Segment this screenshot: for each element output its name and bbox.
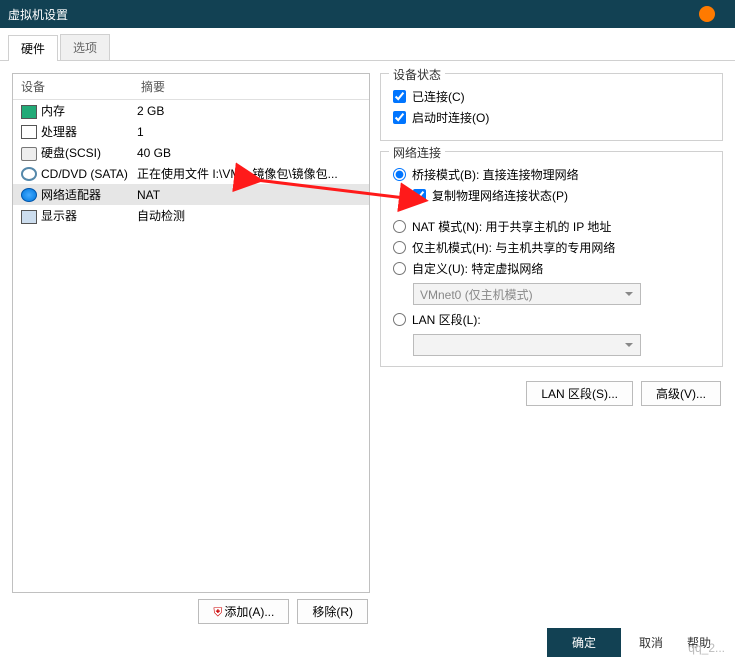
connected-checkbox[interactable]: 已连接(C) <box>393 88 712 105</box>
disk-icon <box>21 147 37 161</box>
nat-label: NAT 模式(N): 用于共享主机的 IP 地址 <box>412 218 611 235</box>
window-title: 虚拟机设置 <box>8 6 68 23</box>
replicate-input[interactable] <box>413 189 426 202</box>
col-device: 设备 <box>21 78 141 95</box>
mem-icon <box>21 105 37 119</box>
custom-input[interactable] <box>393 262 406 275</box>
device-name-label: 内存 <box>41 102 65 119</box>
lan-segment-input[interactable] <box>393 313 406 326</box>
col-summary: 摘要 <box>141 78 165 95</box>
device-name-label: 显示器 <box>41 207 77 224</box>
device-name-label: 网络适配器 <box>41 186 101 203</box>
net-icon <box>21 188 37 202</box>
device-name-label: CD/DVD (SATA) <box>41 167 128 181</box>
device-summary-cell: NAT <box>137 188 369 202</box>
hostonly-radio[interactable]: 仅主机模式(H): 与主机共享的专用网络 <box>393 239 712 256</box>
right-panel: 设备状态 已连接(C) 启动时连接(O) 网络连接 桥接模式(B): 直接连接物… <box>380 73 723 624</box>
hostonly-input[interactable] <box>393 241 406 254</box>
device-row-1[interactable]: 处理器 1 <box>13 121 369 142</box>
custom-radio[interactable]: 自定义(U): 特定虚拟网络 <box>393 260 712 277</box>
device-name-cell: 网络适配器 <box>21 186 137 203</box>
titlebar: 虚拟机设置 <box>0 0 735 28</box>
right-button-row: LAN 区段(S)... 高级(V)... <box>380 377 723 406</box>
lan-segments-button[interactable]: LAN 区段(S)... <box>526 381 633 406</box>
custom-network-select <box>413 283 641 305</box>
replicate-checkbox[interactable]: 复制物理网络连接状态(P) <box>413 187 712 204</box>
tab-options[interactable]: 选项 <box>60 34 110 60</box>
help-button[interactable]: 帮助 <box>681 633 717 652</box>
device-summary-cell: 40 GB <box>137 146 369 160</box>
cpu-icon <box>21 125 37 139</box>
left-panel: 设备 摘要 内存 2 GB 处理器 1 硬盘(SCSI) 40 GB CD/DVD (SAT… <box>12 73 370 624</box>
connect-on-power-label: 启动时连接(O) <box>412 109 489 126</box>
device-status-legend: 设备状态 <box>389 66 445 83</box>
bridged-radio[interactable]: 桥接模式(B): 直接连接物理网络 <box>393 166 712 183</box>
device-row-3[interactable]: CD/DVD (SATA) 正在使用文件 I:\VM、镜像包\镜像包... <box>13 163 369 184</box>
shield-icon: ⛨ <box>213 605 222 619</box>
custom-label: 自定义(U): 特定虚拟网络 <box>412 260 543 277</box>
connect-on-power-checkbox[interactable]: 启动时连接(O) <box>393 109 712 126</box>
device-name-cell: 处理器 <box>21 123 137 140</box>
device-row-4[interactable]: 网络适配器 NAT <box>13 184 369 205</box>
device-summary-cell: 自动检测 <box>137 207 369 224</box>
bridged-label: 桥接模式(B): 直接连接物理网络 <box>412 166 579 183</box>
device-name-cell: 内存 <box>21 102 137 119</box>
dialog-footer: 确定 取消 帮助 <box>0 620 735 665</box>
lan-segment-radio[interactable]: LAN 区段(L): <box>393 311 712 328</box>
advanced-button[interactable]: 高级(V)... <box>641 381 721 406</box>
cd-icon <box>21 167 37 181</box>
hostonly-label: 仅主机模式(H): 与主机共享的专用网络 <box>412 239 615 256</box>
device-list-box: 设备 摘要 内存 2 GB 处理器 1 硬盘(SCSI) 40 GB CD/DVD (SAT… <box>12 73 370 593</box>
tab-hardware[interactable]: 硬件 <box>8 35 58 61</box>
network-connection-group: 网络连接 桥接模式(B): 直接连接物理网络 复制物理网络连接状态(P) NAT… <box>380 151 723 367</box>
device-row-5[interactable]: 显示器 自动检测 <box>13 205 369 226</box>
device-list-header: 设备 摘要 <box>13 74 369 100</box>
replicate-label: 复制物理网络连接状态(P) <box>432 187 568 204</box>
device-name-label: 处理器 <box>41 123 77 140</box>
nat-radio[interactable]: NAT 模式(N): 用于共享主机的 IP 地址 <box>393 218 712 235</box>
cancel-button[interactable]: 取消 <box>633 633 669 652</box>
device-summary-cell: 1 <box>137 125 369 139</box>
mon-icon <box>21 210 37 224</box>
lan-segment-select <box>413 334 641 356</box>
connected-label: 已连接(C) <box>412 88 465 105</box>
device-row-0[interactable]: 内存 2 GB <box>13 100 369 121</box>
device-name-cell: 显示器 <box>21 207 137 224</box>
device-rows: 内存 2 GB 处理器 1 硬盘(SCSI) 40 GB CD/DVD (SATA) 正在使用… <box>13 100 369 592</box>
device-status-group: 设备状态 已连接(C) 启动时连接(O) <box>380 73 723 141</box>
device-name-label: 硬盘(SCSI) <box>41 144 101 161</box>
ok-button[interactable]: 确定 <box>547 628 621 657</box>
lan-segment-label: LAN 区段(L): <box>412 311 481 328</box>
network-connection-legend: 网络连接 <box>389 144 445 161</box>
connected-input[interactable] <box>393 90 406 103</box>
device-row-2[interactable]: 硬盘(SCSI) 40 GB <box>13 142 369 163</box>
device-summary-cell: 正在使用文件 I:\VM、镜像包\镜像包... <box>137 165 369 182</box>
add-device-label: 添加(A)... <box>224 605 274 619</box>
custom-select-wrap <box>413 283 641 305</box>
device-name-cell: 硬盘(SCSI) <box>21 144 137 161</box>
close-dot[interactable] <box>699 6 715 22</box>
device-summary-cell: 2 GB <box>137 104 369 118</box>
tab-row: 硬件 选项 <box>0 28 735 61</box>
nat-input[interactable] <box>393 220 406 233</box>
connect-on-power-input[interactable] <box>393 111 406 124</box>
bridged-input[interactable] <box>393 168 406 181</box>
device-name-cell: CD/DVD (SATA) <box>21 167 137 181</box>
lan-select-wrap <box>413 334 641 356</box>
dialog-body: 设备 摘要 内存 2 GB 处理器 1 硬盘(SCSI) 40 GB CD/DVD (SAT… <box>0 61 735 630</box>
